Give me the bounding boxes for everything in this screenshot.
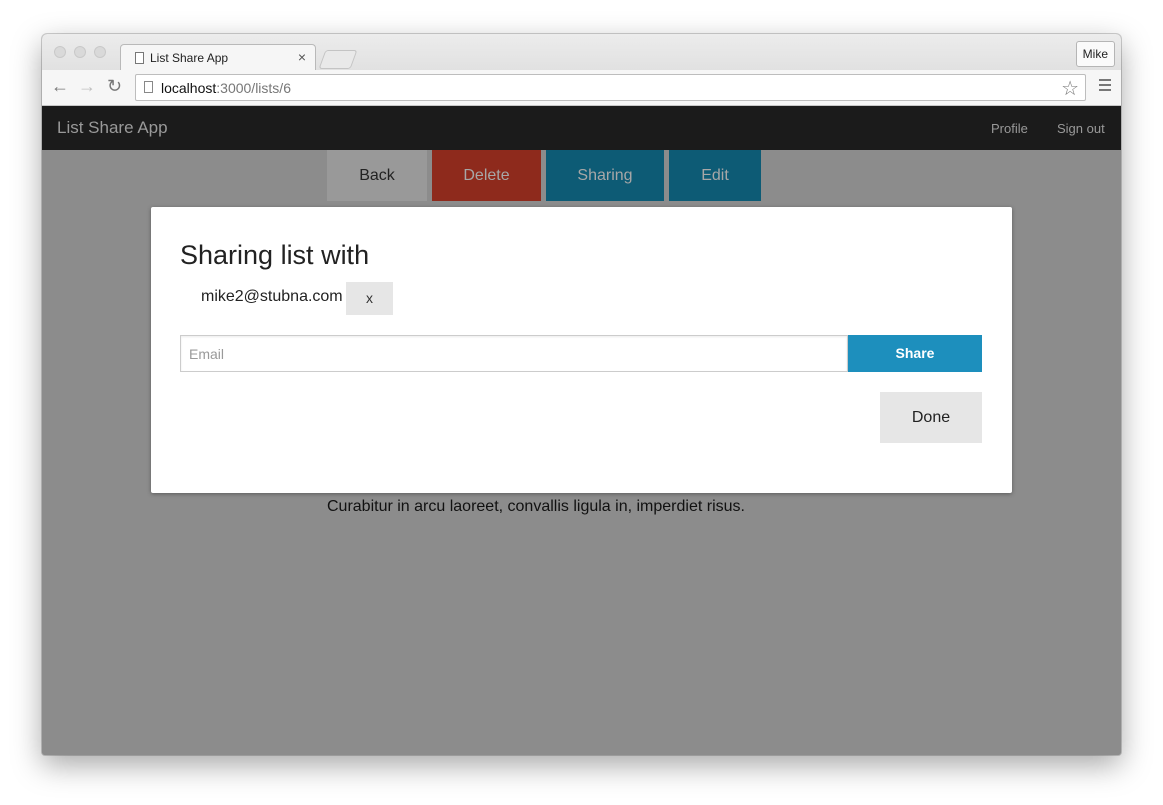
bookmark-star-icon[interactable]: ☆ [1061, 76, 1079, 101]
reload-icon[interactable]: ↻ [107, 76, 122, 96]
browser-tab[interactable]: List Share App × [120, 44, 316, 70]
done-button[interactable]: Done [880, 392, 982, 443]
menu-icon[interactable] [1099, 79, 1111, 94]
tab-close-icon[interactable]: × [298, 49, 306, 65]
edit-button[interactable]: Edit [669, 150, 761, 201]
profile-link[interactable]: Profile [991, 121, 1028, 136]
browser-toolbar: ← → ↻ localhost:3000/lists/6 ☆ [42, 70, 1121, 106]
close-window-button[interactable] [54, 46, 66, 58]
url-text: localhost:3000/lists/6 [161, 80, 291, 96]
shared-user-email: mike2@stubna.com [201, 288, 343, 305]
remove-shared-user-button[interactable]: x [346, 282, 393, 315]
zoom-window-button[interactable] [94, 46, 106, 58]
brand-link[interactable]: List Share App [57, 118, 168, 138]
forward-arrow-icon[interactable]: → [78, 76, 96, 96]
email-input[interactable] [180, 335, 848, 372]
sharing-modal: Sharing list with mike2@stubna.com x Sha… [151, 207, 1012, 493]
new-tab-button[interactable] [318, 50, 358, 69]
sign-out-link[interactable]: Sign out [1057, 121, 1105, 136]
page-content: List Share App Profile Sign out Back Del… [42, 106, 1121, 755]
tab-strip: List Share App × Mike [42, 34, 1121, 70]
minimize-window-button[interactable] [74, 46, 86, 58]
browser-window: List Share App × Mike ← → ↻ localhost:30… [42, 34, 1121, 755]
sharing-button[interactable]: Sharing [546, 150, 664, 201]
back-arrow-icon[interactable]: ← [51, 76, 69, 96]
page-icon [135, 52, 144, 64]
back-button[interactable]: Back [327, 150, 427, 201]
tab-title: List Share App [150, 51, 229, 65]
list-description: Curabitur in arcu laoreet, convallis lig… [327, 498, 745, 515]
profile-button[interactable]: Mike [1075, 41, 1115, 67]
address-bar[interactable]: localhost:3000/lists/6 ☆ [135, 74, 1086, 101]
app-navbar: List Share App Profile Sign out [42, 106, 1121, 150]
modal-title: Sharing list with [180, 240, 370, 270]
page-icon [144, 81, 153, 93]
delete-button[interactable]: Delete [432, 150, 541, 201]
share-button[interactable]: Share [848, 335, 982, 372]
